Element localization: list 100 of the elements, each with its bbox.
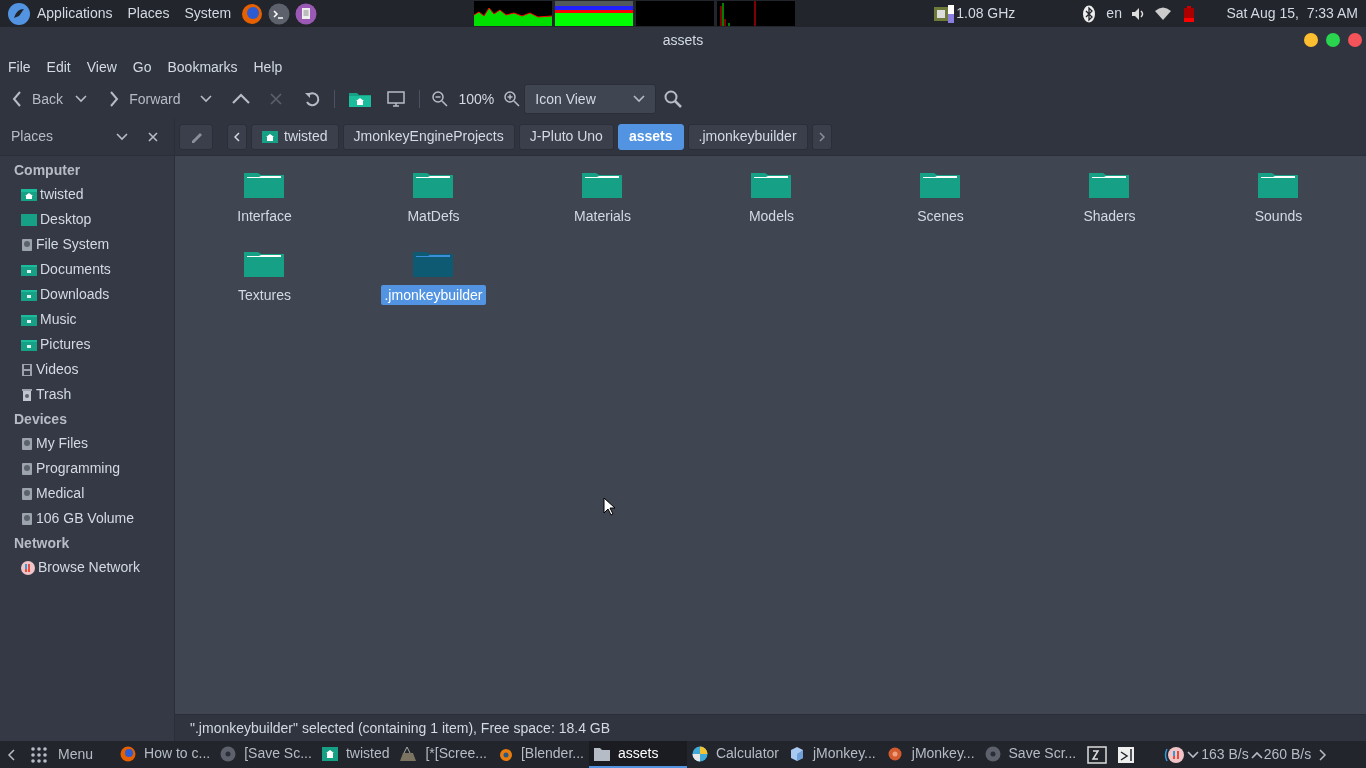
drive-icon [20, 511, 34, 526]
minimize-button[interactable] [1304, 33, 1318, 47]
switch-window-icon[interactable] [1117, 745, 1136, 764]
forward-button[interactable]: Forward [109, 88, 193, 110]
path-button[interactable]: J-Pluto Uno [518, 123, 614, 150]
download-speed: 163 B/s [1201, 745, 1249, 764]
home-folder-icon [20, 187, 38, 202]
sidebar-item[interactable]: Medical [0, 481, 174, 506]
sidebar-item[interactable]: Music [0, 307, 174, 332]
scroll-right-button[interactable] [811, 123, 832, 150]
left-chevron-icon[interactable] [7, 748, 15, 761]
dropdown-caret-icon[interactable] [116, 132, 128, 141]
terminal-icon[interactable] [268, 2, 291, 25]
sidebar-item[interactable]: Downloads [0, 282, 174, 307]
file-label[interactable]: MatDefs [404, 206, 463, 226]
panel-menu[interactable]: Places [127, 3, 170, 24]
menu-item[interactable]: Edit [46, 56, 71, 78]
trash-icon [20, 387, 34, 402]
file-label[interactable]: Shaders [1080, 206, 1139, 226]
sidebar-heading: Computer [13, 161, 82, 180]
taskbar-button[interactable]: [*[Scree... [394, 741, 492, 768]
network-traffic-icon[interactable] [1163, 745, 1186, 764]
panel-menu[interactable]: Applications [37, 3, 113, 24]
menu-item[interactable]: File [8, 56, 31, 78]
fox-browser-icon[interactable] [241, 2, 264, 25]
sidebar-item[interactable]: Videos [0, 357, 174, 382]
menu-item[interactable]: View [86, 56, 117, 78]
battery-icon[interactable] [1183, 5, 1194, 22]
zoom-out-icon[interactable] [432, 91, 449, 107]
taskbar-button[interactable]: How to c... [115, 741, 216, 768]
close-button[interactable] [1348, 33, 1362, 47]
path-button[interactable]: JmonkeyEngineProjects [342, 123, 515, 150]
sidebar-item[interactable]: twisted [0, 182, 174, 207]
file-label[interactable]: Interface [234, 206, 295, 226]
sidebar-item[interactable]: 106 GB Volume [0, 506, 174, 531]
dropdown-caret-icon[interactable] [200, 95, 213, 103]
search-icon[interactable] [664, 90, 683, 108]
path-button[interactable]: twisted [251, 123, 339, 150]
bird-logo-icon[interactable] [8, 2, 30, 25]
view-mode-dropdown[interactable]: Icon View [524, 84, 657, 114]
sidebar-item[interactable]: Desktop [0, 207, 174, 232]
edit-path-button[interactable] [179, 123, 213, 150]
taskbar-button[interactable]: assets [588, 741, 687, 768]
film-icon [20, 362, 34, 377]
clock[interactable]: Sat Aug 15, 7:33 AM [1226, 3, 1358, 24]
wifi-icon[interactable] [1153, 6, 1172, 21]
sidebar-item[interactable]: My Files [0, 431, 174, 456]
file-label[interactable]: Scenes [914, 206, 967, 226]
sidebar-item[interactable]: Browse Network [0, 555, 174, 580]
drive-icon [20, 436, 34, 451]
sidebar-item[interactable]: Pictures [0, 332, 174, 357]
cube-icon [789, 745, 805, 762]
calculator-icon [691, 745, 708, 762]
painter-icon [399, 745, 418, 762]
zoom-in-icon[interactable] [504, 91, 521, 107]
sidebar-item[interactable]: Documents [0, 257, 174, 282]
sidebar-heading: Network [13, 534, 71, 553]
taskbar-button[interactable]: twisted [316, 741, 395, 768]
close-icon[interactable] [148, 131, 158, 142]
dropdown-caret-icon[interactable] [75, 95, 88, 103]
keyboard-layout[interactable]: en [1106, 3, 1122, 24]
cpu-frequency: 1.08 GHz [956, 4, 1016, 23]
folder-icon [20, 337, 38, 352]
sidebar-item[interactable]: Programming [0, 456, 174, 481]
reload-icon[interactable] [304, 91, 321, 107]
menu-item[interactable]: Help [253, 56, 283, 78]
back-button[interactable]: Back [12, 88, 76, 110]
sidebar-item[interactable]: Trash [0, 382, 174, 407]
computer-icon[interactable] [387, 91, 406, 107]
menu-item[interactable]: Bookmarks [167, 56, 238, 78]
taskbar-button[interactable]: jMonkey... [880, 741, 980, 768]
fox-browser-icon [120, 745, 137, 762]
grid-icon [30, 745, 48, 764]
scroll-left-button[interactable] [227, 123, 247, 150]
taskbar-button[interactable]: jMonkey... [784, 741, 881, 768]
menu-item[interactable]: Go [132, 56, 152, 78]
text-editor-icon[interactable] [295, 2, 318, 25]
home-folder-icon[interactable] [349, 91, 372, 107]
left-chevron-icon [234, 131, 240, 142]
taskbar-button[interactable]: Save Scr... [979, 741, 1082, 768]
menu-button[interactable]: Menu [30, 744, 94, 765]
right-chevron-icon [818, 131, 825, 142]
file-label[interactable]: Sounds [1251, 206, 1306, 226]
maximize-button[interactable] [1326, 33, 1340, 47]
taskbar-button[interactable]: [Save Sc... [215, 741, 317, 768]
file-label[interactable]: Models [745, 206, 798, 226]
right-chevron-icon[interactable] [1319, 748, 1328, 761]
cpu-graph-icon [474, 1, 553, 26]
folder-icon [20, 287, 38, 302]
sleep-icon[interactable] [1087, 745, 1108, 764]
path-button[interactable]: .jmonkeybuilder [687, 123, 808, 150]
file-label[interactable]: Materials [571, 206, 634, 226]
disc-icon [220, 745, 237, 762]
sidebar-item[interactable]: File System [0, 232, 174, 257]
taskbar-button[interactable]: [Blender... [491, 741, 589, 768]
file-label[interactable]: Textures [235, 285, 294, 305]
drive-icon [20, 237, 34, 252]
bluetooth-icon[interactable] [1082, 4, 1097, 23]
taskbar-button[interactable]: Calculator [686, 741, 784, 768]
panel-menu[interactable]: System [184, 3, 232, 24]
